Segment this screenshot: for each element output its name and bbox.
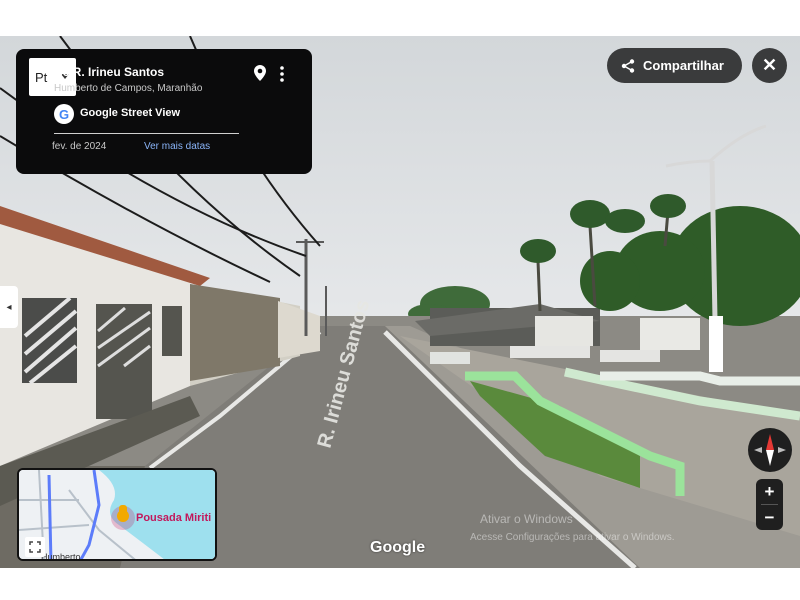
minimap[interactable]: Pousada Miriti Humberto: [17, 468, 217, 561]
location-info-card: Pt 56 R. Irineu Santos Humberto de Campo…: [16, 49, 312, 174]
share-button[interactable]: Compartilhar: [607, 48, 742, 83]
zoom-out-button[interactable]: −: [756, 505, 783, 530]
compass-icon[interactable]: [748, 428, 792, 472]
divider: [54, 133, 239, 134]
zoom-control: + −: [756, 479, 783, 530]
windows-activation-title: Ativar o Windows: [480, 512, 573, 526]
address-subtitle: Humberto de Campos, Maranhão: [54, 83, 203, 94]
google-watermark: Google: [370, 539, 426, 556]
language-select-value: Pt: [35, 69, 48, 85]
zoom-in-button[interactable]: +: [756, 479, 783, 504]
minimap-town-label: Humberto: [41, 552, 81, 561]
close-icon: ✕: [761, 55, 778, 75]
minimap-place-label: Pousada Miriti: [136, 512, 212, 524]
address-title: 56 R. Irineu Santos: [56, 65, 165, 79]
more-dates-link[interactable]: Ver mais datas: [144, 141, 210, 152]
share-icon: [621, 58, 635, 73]
close-button[interactable]: ✕: [752, 48, 787, 83]
google-g-icon: G: [54, 104, 74, 124]
service-label: Google Street View: [80, 107, 181, 119]
map-pin-icon[interactable]: [254, 65, 266, 81]
chevron-left-icon: ◂: [6, 301, 12, 313]
capture-date: fev. de 2024: [52, 141, 107, 152]
side-panel-toggle[interactable]: ◂: [0, 286, 18, 328]
more-vertical-icon[interactable]: [278, 65, 286, 83]
expand-icon[interactable]: [25, 537, 45, 557]
windows-activation-text: Acesse Configurações para ativar o Windo…: [470, 532, 675, 543]
street-view-viewport[interactable]: R. Irineu Santos Pt 56 R. Irineu Santos …: [0, 36, 800, 568]
share-button-label: Compartilhar: [643, 58, 724, 73]
